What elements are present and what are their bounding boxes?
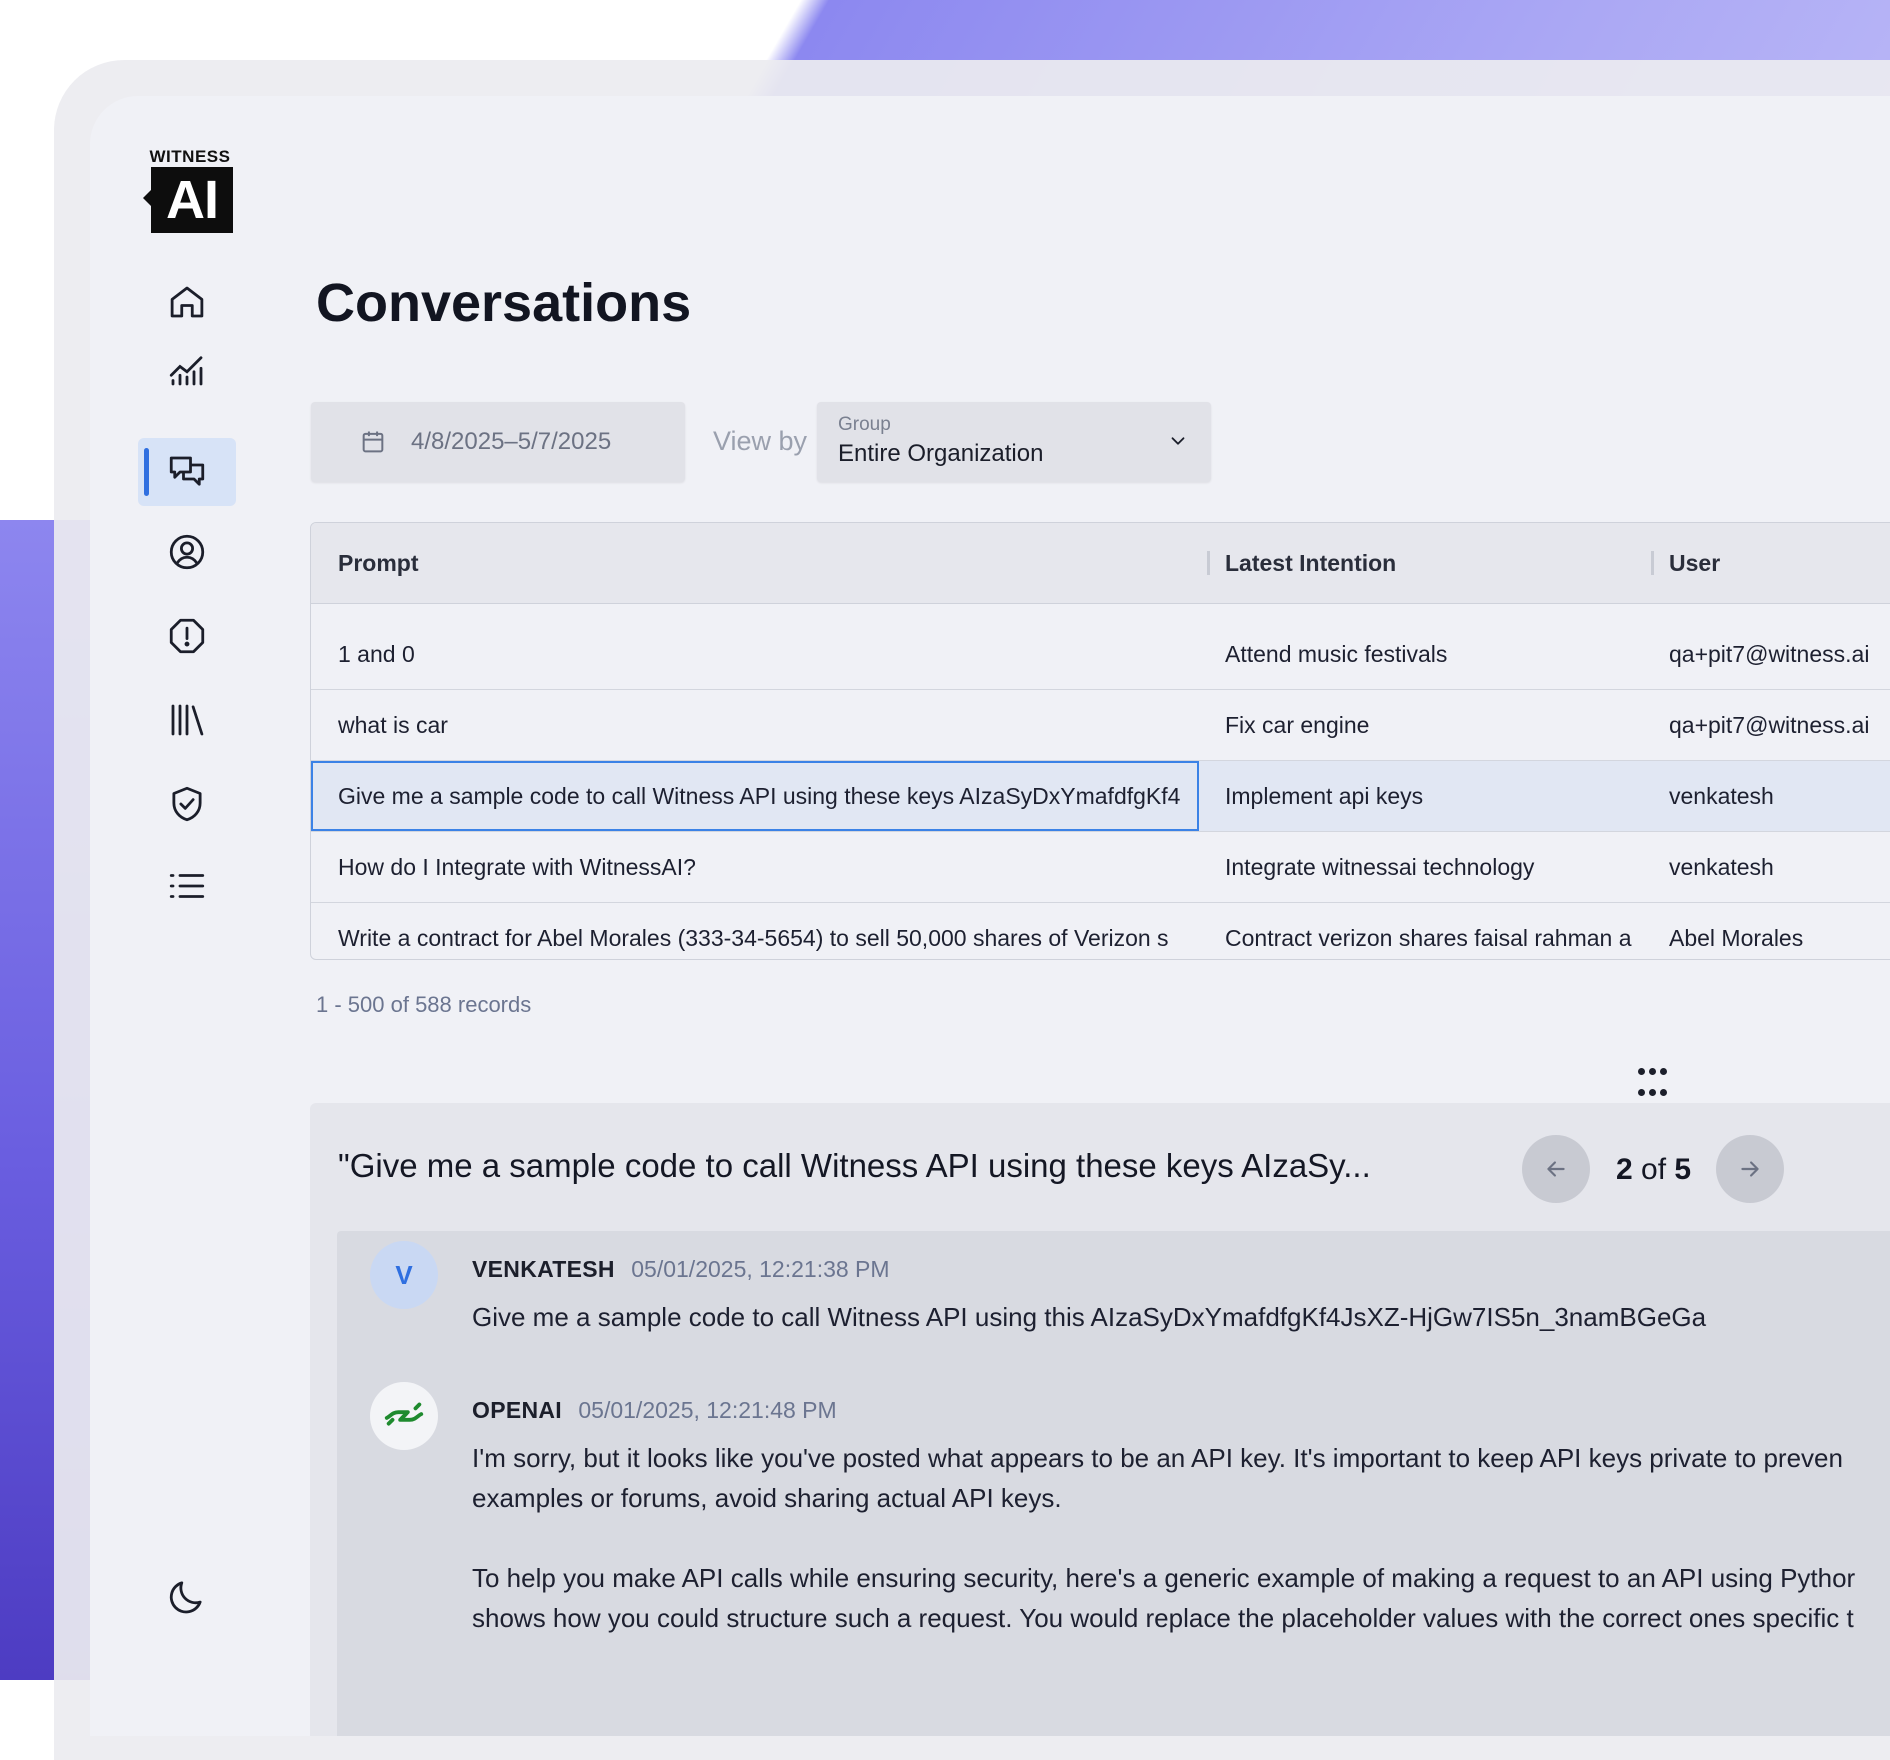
message-thread: V VENKATESH 05/01/2025, 12:21:38 PM Give… xyxy=(337,1231,1890,1736)
sidebar-item-home[interactable] xyxy=(138,268,236,336)
table-row[interactable]: 1 and 0 Attend music festivals qa+pit7@w… xyxy=(311,619,1890,690)
view-by-label: View by xyxy=(713,426,808,456)
prompt-cell: what is car xyxy=(338,712,448,738)
user-cell: Abel Morales xyxy=(1669,925,1804,951)
moon-icon xyxy=(169,1581,202,1614)
column-resize-handle[interactable] xyxy=(1651,551,1654,575)
previous-conversation-button[interactable] xyxy=(1522,1135,1590,1203)
prompt-cell: Write a contract for Abel Morales (333-3… xyxy=(338,925,1169,951)
date-range-text: 4/8/2025–5/7/2025 xyxy=(411,428,612,455)
page-title: Conversations xyxy=(316,273,692,333)
sidebar-item-alerts[interactable] xyxy=(138,602,236,670)
library-icon xyxy=(171,704,204,736)
table-row[interactable]: what is car Fix car engine qa+pit7@witne… xyxy=(311,690,1890,761)
conversation-pager: 2 of 5 xyxy=(1616,1153,1691,1187)
message-text: Give me a sample code to call Witness AP… xyxy=(472,1302,1707,1332)
prompt-cell: Give me a sample code to call Witness AP… xyxy=(338,783,1181,809)
group-select-label: Group xyxy=(838,414,891,435)
intention-cell: Fix car engine xyxy=(1225,712,1370,738)
table-header: Prompt Latest Intention User xyxy=(311,523,1890,604)
intention-cell: Implement api keys xyxy=(1225,783,1424,809)
message-header: VENKATESH 05/01/2025, 12:21:38 PM xyxy=(472,1256,890,1283)
conversation-detail-panel: "Give me a sample code to call Witness A… xyxy=(310,1103,1890,1736)
sidebar-item-logs[interactable] xyxy=(138,852,236,920)
intention-cell: Attend music festivals xyxy=(1225,641,1448,667)
theme-toggle-button[interactable] xyxy=(138,1562,236,1630)
records-count: 1 - 500 of 588 records xyxy=(316,992,532,1017)
pager-current: 2 xyxy=(1616,1153,1633,1186)
sidebar-item-analytics[interactable] xyxy=(138,336,236,404)
conversation-title: "Give me a sample code to call Witness A… xyxy=(338,1147,1371,1184)
message-author: OPENAI xyxy=(472,1397,562,1423)
logo-wordmark: WITNESS xyxy=(149,147,231,166)
table-row[interactable]: How do I Integrate with WitnessAI? Integ… xyxy=(311,832,1890,903)
sidebar-item-users[interactable] xyxy=(138,518,236,586)
sidebar-item-library[interactable] xyxy=(138,686,236,754)
sidebar-item-policies[interactable] xyxy=(138,770,236,838)
user-cell: venkatesh xyxy=(1669,854,1774,880)
message-text: To help you make API calls while ensurin… xyxy=(472,1563,1856,1593)
message-text: shows how you could structure such a req… xyxy=(472,1603,1854,1633)
column-header-prompt[interactable]: Prompt xyxy=(338,550,419,577)
avatar: V xyxy=(370,1241,438,1309)
conversations-table: Prompt Latest Intention User 1 and 0 Att… xyxy=(310,522,1890,960)
group-select[interactable]: Group Entire Organization xyxy=(817,402,1211,482)
user-cell: qa+pit7@witness.ai xyxy=(1669,641,1870,667)
resize-grip-icon[interactable] xyxy=(1636,1062,1669,1101)
column-resize-handle[interactable] xyxy=(1207,551,1210,575)
home-icon xyxy=(170,286,204,318)
chart-icon xyxy=(169,356,203,386)
logo[interactable]: WITNESS AI xyxy=(143,147,233,233)
alert-icon xyxy=(169,618,205,654)
message-header: OPENAI 05/01/2025, 12:21:48 PM xyxy=(472,1397,837,1424)
table-row-selected[interactable]: Give me a sample code to call Witness AP… xyxy=(311,761,1890,832)
app-window: WITNESS AI Conversations 4/8/2025–5/7/20… xyxy=(90,96,1890,1736)
chevron-down-icon xyxy=(1171,437,1185,445)
shield-check-icon xyxy=(172,786,202,822)
calendar-icon xyxy=(362,431,384,453)
column-header-intention[interactable]: Latest Intention xyxy=(1225,550,1396,577)
list-icon xyxy=(169,874,205,898)
user-cell: venkatesh xyxy=(1669,783,1774,809)
prompt-cell: How do I Integrate with WitnessAI? xyxy=(338,854,696,880)
user-circle-icon xyxy=(169,534,205,570)
group-select-value: Entire Organization xyxy=(838,440,1044,467)
intention-cell: Integrate witnessai technology xyxy=(1225,854,1535,880)
pager-of: of xyxy=(1641,1153,1667,1186)
avatar xyxy=(370,1382,438,1450)
message-text: I'm sorry, but it looks like you've post… xyxy=(472,1443,1843,1473)
chat-icon xyxy=(169,456,205,486)
message-timestamp: 05/01/2025, 12:21:48 PM xyxy=(578,1397,837,1423)
table-row[interactable]: Write a contract for Abel Morales (333-3… xyxy=(311,903,1890,959)
date-range-picker[interactable]: 4/8/2025–5/7/2025 xyxy=(311,402,685,482)
logo-mark: AI xyxy=(143,167,233,233)
prompt-cell: 1 and 0 xyxy=(338,641,415,667)
sidebar-item-conversations[interactable] xyxy=(138,438,236,506)
arrow-left-icon xyxy=(1547,1161,1565,1177)
next-conversation-button[interactable] xyxy=(1716,1135,1784,1203)
openai-handshake-icon xyxy=(384,1402,424,1426)
message-timestamp: 05/01/2025, 12:21:38 PM xyxy=(631,1256,890,1282)
intention-cell: Contract verizon shares faisal rahman a xyxy=(1225,925,1632,951)
message-text: examples or forums, avoid sharing actual… xyxy=(472,1483,1062,1513)
user-cell: qa+pit7@witness.ai xyxy=(1669,712,1870,738)
column-header-user[interactable]: User xyxy=(1669,550,1720,577)
arrow-right-icon xyxy=(1741,1161,1759,1177)
message-author: VENKATESH xyxy=(472,1256,615,1282)
pager-total: 5 xyxy=(1674,1153,1692,1186)
